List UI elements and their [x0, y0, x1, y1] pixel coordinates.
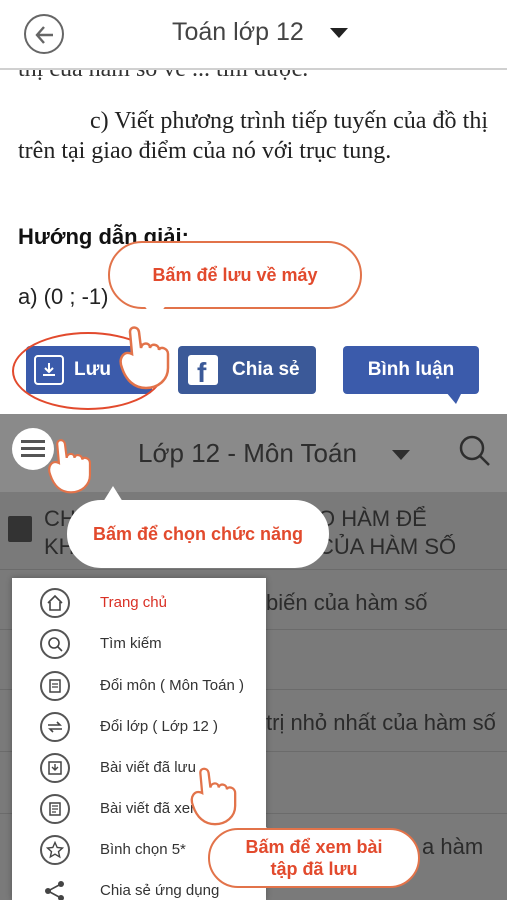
- pointing-hand-icon: [48, 439, 92, 494]
- list-item-text: biến của hàm số: [266, 590, 428, 615]
- menu-item-switch-class[interactable]: Đổi lớp ( Lớp 12 ): [12, 706, 266, 747]
- search-icon[interactable]: [458, 434, 492, 468]
- list-item-text: CỦA HÀM SỐ: [318, 534, 457, 559]
- switch-class-icon: [40, 711, 70, 742]
- chevron-down-icon[interactable]: [330, 28, 348, 38]
- menu-item-label: Đổi môn ( Môn Toán ): [100, 677, 244, 694]
- menu-item-label: Trang chủ: [100, 594, 167, 611]
- menu-item-search[interactable]: Tìm kiếm: [12, 623, 266, 664]
- home-icon: [40, 587, 70, 618]
- menu-item-switch-subject[interactable]: Đổi môn ( Môn Toán ): [12, 665, 266, 706]
- page-title[interactable]: Toán lớp 12: [172, 18, 304, 47]
- comment-button[interactable]: Bình luận: [343, 346, 479, 394]
- switch-subject-icon: [40, 670, 70, 701]
- callout-menu: Bấm để chọn chức năng: [67, 500, 329, 568]
- list-item-text: O HÀM ĐỂ: [318, 506, 427, 531]
- callout-save: Bấm để lưu về máy: [108, 241, 362, 309]
- menu-item-label: Tìm kiếm: [100, 635, 162, 652]
- back-arrow-icon[interactable]: [24, 14, 64, 54]
- facebook-icon: f: [188, 355, 218, 388]
- menu-item-label: Chia sẻ ứng dụng: [100, 882, 220, 899]
- share-icon: [40, 876, 70, 900]
- chapter-icon: [8, 516, 32, 542]
- share-button[interactable]: f Chia sẻ: [178, 346, 316, 394]
- pointing-hand-icon: [119, 326, 170, 390]
- list-item-text: a hàm: [422, 834, 484, 859]
- share-label: Chia sẻ: [232, 359, 300, 380]
- menu-item-label: Đổi lớp ( Lớp 12 ): [100, 718, 219, 735]
- callout-line: Bấm để xem bài: [245, 837, 383, 857]
- saved-icon: [40, 752, 70, 783]
- subject-title[interactable]: Lớp 12 - Môn Toán: [138, 438, 357, 469]
- callout-saved-posts: Bấm để xem bài tập đã lưu: [208, 828, 420, 888]
- pointing-hand-icon: [190, 767, 237, 826]
- star-icon: [40, 834, 70, 865]
- callout-line: tập đã lưu: [270, 859, 358, 879]
- search-icon: [40, 628, 70, 659]
- comment-label: Bình luận: [367, 359, 455, 380]
- menu-item-label: Bình chọn 5*: [100, 841, 186, 858]
- comment-bubble-tail: [446, 392, 462, 404]
- chevron-down-icon[interactable]: [392, 450, 410, 460]
- list-item-text: trị nhỏ nhất của hàm số: [266, 710, 496, 735]
- answer-text: a) (0 ; -1): [18, 284, 109, 309]
- history-icon: [40, 793, 70, 824]
- top-app-bar: Toán lớp 12: [0, 0, 507, 70]
- exercise-paragraph: c) Viết phương trình tiếp tuyến của đồ t…: [18, 108, 488, 164]
- menu-item-home[interactable]: Trang chủ: [12, 582, 266, 623]
